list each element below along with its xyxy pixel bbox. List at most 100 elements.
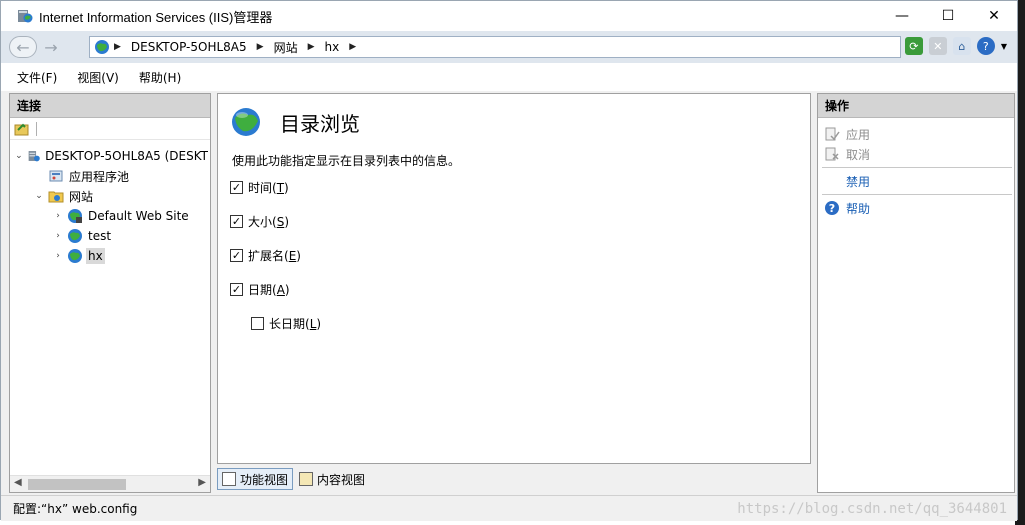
watermark: https://blog.csdn.net/qq_3644801: [737, 501, 1007, 517]
collapse-icon[interactable]: ⌄: [14, 151, 24, 161]
action-disable[interactable]: 禁用: [818, 171, 1014, 191]
actions-divider: [822, 194, 1012, 195]
breadcrumb-server[interactable]: DESKTOP-5OHL8A5: [131, 40, 247, 54]
tree-node-app-pools[interactable]: 应用程序池: [10, 166, 210, 186]
address-toolbar: ← → ▶ DESKTOP-5OHL8A5 ▶ 网站 ▶ hx ▶ ⟳ ✕ ⌂ …: [1, 31, 1017, 63]
tree-label: test: [88, 229, 112, 243]
menu-help[interactable]: 帮助(H): [139, 69, 181, 86]
tree-node-sites[interactable]: ⌄ 网站: [10, 186, 210, 206]
view-tabs: 功能视图 内容视图: [217, 467, 371, 491]
refresh-icon[interactable]: ⟳: [904, 37, 923, 55]
date-checkbox[interactable]: ✓: [230, 283, 243, 296]
action-label: 取消: [846, 147, 871, 162]
scroll-left-icon[interactable]: ◀: [14, 477, 22, 488]
tree-label: DESKTOP-5OHL8A5 (DESKT: [45, 149, 208, 163]
status-text: 配置:“hx” web.config: [13, 502, 138, 516]
scrollbar-thumb[interactable]: [28, 479, 126, 490]
connections-header: 连接: [10, 94, 210, 118]
back-button[interactable]: ←: [9, 36, 37, 58]
tree-label: Default Web Site: [88, 209, 189, 223]
option-long-date[interactable]: 长日期(L): [251, 315, 321, 332]
home-icon[interactable]: ⌂: [952, 37, 971, 55]
size-checkbox[interactable]: ✓: [230, 215, 243, 228]
action-apply[interactable]: 应用: [818, 124, 1014, 144]
action-cancel[interactable]: 取消: [818, 144, 1014, 164]
address-tools: ⟳ ✕ ⌂ ? ▼: [904, 37, 1007, 55]
tree-node-default-web-site[interactable]: › Default Web Site: [10, 206, 210, 226]
tree-label: hx: [86, 248, 105, 264]
breadcrumb-sites[interactable]: 网站: [274, 39, 298, 56]
tree-label: 应用程序池: [69, 169, 130, 184]
window-title: Internet Information Services (IIS)管理器: [39, 9, 273, 25]
option-time[interactable]: ✓ 时间(T): [230, 179, 289, 196]
breadcrumb-arrow-icon: ▶: [349, 42, 357, 52]
toolbar-separator: [36, 121, 37, 136]
action-label: 禁用: [846, 174, 871, 189]
tab-content-view[interactable]: 内容视图: [295, 468, 369, 490]
menu-file[interactable]: 文件(F): [17, 69, 57, 86]
help-dropdown-icon[interactable]: ▼: [1001, 42, 1007, 51]
connections-panel: 连接 ⌄ DESKTOP-5OHL8A5 (DESKT 应用程序池 ⌄ 网站 ›…: [9, 93, 211, 493]
iis-manager-window: Internet Information Services (IIS)管理器 —…: [0, 0, 1018, 521]
expand-icon[interactable]: ›: [52, 211, 64, 221]
menu-bar: 文件(F) 视图(V) 帮助(H): [1, 63, 1017, 91]
status-bar: 配置:“hx” web.config https://blog.csdn.net…: [1, 495, 1017, 521]
long-date-checkbox[interactable]: [251, 317, 264, 330]
feature-description: 使用此功能指定显示在目录列表中的信息。: [232, 154, 461, 168]
apply-icon: [825, 127, 840, 141]
action-help[interactable]: ? 帮助: [818, 198, 1014, 218]
collapse-icon[interactable]: ⌄: [33, 191, 45, 201]
tree-label: 网站: [69, 189, 94, 204]
tab-label: 内容视图: [317, 472, 366, 487]
sites-folder-icon: [48, 191, 64, 203]
option-extension[interactable]: ✓ 扩展名(E): [230, 247, 301, 264]
globe-icon: [68, 249, 82, 263]
help-icon[interactable]: ?: [976, 37, 995, 55]
tree-node-test[interactable]: › test: [10, 226, 210, 246]
expand-icon[interactable]: ›: [52, 231, 64, 241]
horizontal-scrollbar[interactable]: ◀ ▶: [10, 475, 210, 492]
time-checkbox[interactable]: ✓: [230, 181, 243, 194]
menu-view[interactable]: 视图(V): [77, 69, 119, 86]
globe-icon: [68, 229, 82, 243]
forward-button[interactable]: →: [37, 36, 65, 58]
back-arrow-icon: ←: [16, 37, 30, 57]
extension-checkbox[interactable]: ✓: [230, 249, 243, 262]
actions-panel: 操作 应用 取消 禁用 ? 帮助: [817, 93, 1015, 493]
option-label: 日期(A): [248, 283, 290, 297]
stop-icon[interactable]: ✕: [928, 37, 947, 55]
option-size[interactable]: ✓ 大小(S): [230, 213, 289, 230]
option-label: 扩展名(E): [248, 249, 301, 263]
close-button[interactable]: ✕: [971, 1, 1017, 31]
option-label: 时间(T): [248, 181, 289, 195]
globe-icon: [95, 40, 109, 54]
feature-panel: 目录浏览 使用此功能指定显示在目录列表中的信息。 ✓ 时间(T) ✓ 大小(S)…: [217, 93, 811, 464]
action-label: 帮助: [846, 201, 871, 216]
actions-divider: [822, 167, 1012, 168]
option-date[interactable]: ✓ 日期(A): [230, 281, 290, 298]
tree-node-hx[interactable]: › hx: [10, 246, 210, 266]
tree-node-server[interactable]: ⌄ DESKTOP-5OHL8A5 (DESKT: [10, 146, 210, 166]
scroll-right-icon[interactable]: ▶: [198, 477, 206, 488]
cancel-icon: [825, 147, 839, 161]
action-label: 应用: [846, 127, 871, 142]
breadcrumb-site-hx[interactable]: hx: [325, 40, 340, 54]
connect-icon[interactable]: [14, 121, 30, 137]
directory-browsing-icon: [232, 108, 260, 136]
feature-title: 目录浏览: [280, 112, 360, 136]
address-breadcrumb[interactable]: ▶ DESKTOP-5OHL8A5 ▶ 网站 ▶ hx ▶: [89, 36, 901, 58]
tab-features-view[interactable]: 功能视图: [217, 468, 294, 490]
connections-tree: ⌄ DESKTOP-5OHL8A5 (DESKT 应用程序池 ⌄ 网站 › De…: [10, 140, 210, 266]
forward-arrow-icon: →: [44, 37, 58, 57]
minimize-button[interactable]: —: [879, 1, 925, 31]
iis-app-icon: [18, 10, 33, 23]
tab-label: 功能视图: [240, 472, 289, 487]
actions-header: 操作: [818, 94, 1014, 118]
main-area: 连接 ⌄ DESKTOP-5OHL8A5 (DESKT 应用程序池 ⌄ 网站 ›…: [1, 91, 1017, 495]
maximize-button[interactable]: ☐: [925, 1, 971, 31]
expand-icon[interactable]: ›: [52, 251, 64, 261]
connections-toolbar: [10, 118, 210, 140]
window-controls: — ☐ ✕: [879, 1, 1017, 31]
svg-text:?: ?: [829, 202, 835, 215]
app-pool-icon: [49, 170, 63, 182]
